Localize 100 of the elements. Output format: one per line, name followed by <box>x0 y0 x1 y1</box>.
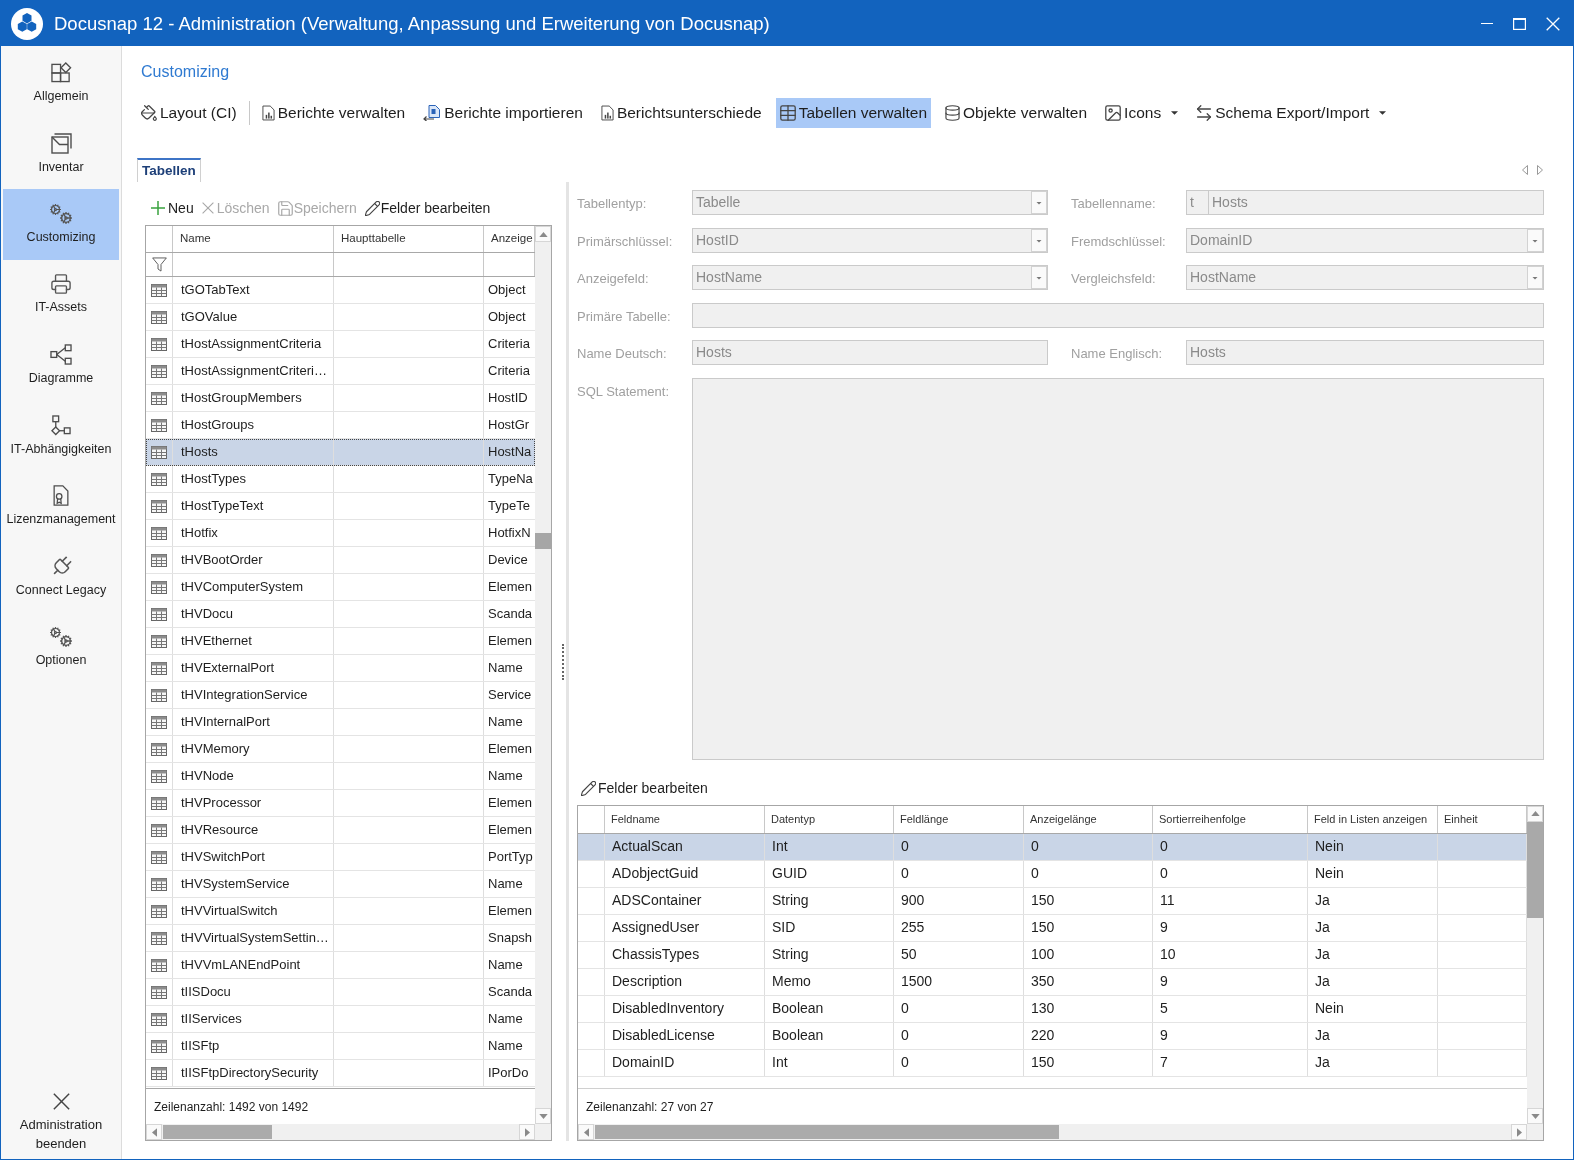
table-row[interactable]: tHostAssignmentCriteri… Criteria <box>146 358 535 385</box>
column-header[interactable]: Haupttabelle <box>334 226 484 252</box>
toolbar-button[interactable]: Schema Export/Import <box>1192 98 1391 128</box>
table-row[interactable]: DomainID Int 0 150 7 Ja <box>578 1049 1527 1077</box>
scroll-thumb[interactable] <box>1527 821 1543 918</box>
sidebar-item[interactable]: Lizenzmanagement <box>3 471 119 542</box>
table-row[interactable]: tHVSystemService Name <box>146 871 535 898</box>
toolbar-button[interactable]: Objekte verwalten <box>941 98 1092 128</box>
scroll-up-button[interactable] <box>535 226 551 242</box>
scroll-thumb[interactable] <box>163 1125 272 1139</box>
table-row[interactable]: tHVSwitchPort PortTyp <box>146 844 535 871</box>
tab[interactable]: Tabellen <box>137 158 201 182</box>
toolbar-button[interactable]: Berichtsunterschiede <box>596 98 766 128</box>
scroll-left-button[interactable] <box>146 1124 162 1140</box>
vertical-scrollbar[interactable] <box>535 226 551 1124</box>
action-button[interactable]: Neu <box>151 197 194 219</box>
table-row[interactable]: tHosts HostNa <box>146 439 535 466</box>
table-row[interactable]: DisabledInventory Boolean 0 130 5 Nein <box>578 995 1527 1023</box>
toolbar-button[interactable]: Berichte importieren <box>419 98 587 128</box>
table-row[interactable]: tHostTypes TypeNa <box>146 466 535 493</box>
column-header[interactable]: Feld in Listen anzeigen <box>1308 805 1438 833</box>
toolbar-button[interactable]: Icons <box>1101 98 1183 128</box>
exit-button[interactable]: Administration beenden <box>3 1093 119 1153</box>
table-cell-text: Scanda <box>487 605 534 624</box>
table-row[interactable]: tGOTabText Object <box>146 277 535 304</box>
table-cell: Description <box>605 968 765 995</box>
column-header[interactable]: Anzeigelänge <box>1024 805 1153 833</box>
table-row[interactable]: tHostTypeText TypeTe <box>146 493 535 520</box>
table-row[interactable]: ChassisTypes String 50 100 10 Ja <box>578 941 1527 969</box>
table-cell: ActualScan <box>605 833 765 860</box>
action-button[interactable]: Felder bearbeiten <box>364 197 491 219</box>
table-row[interactable]: tHVBootOrder Device <box>146 547 535 574</box>
table-row[interactable]: tHVVmLANEndPoint Name <box>146 952 535 979</box>
table-row[interactable]: tIISFtp Name <box>146 1033 535 1060</box>
table-cell: tGOValue <box>173 304 334 330</box>
table-cell: tHVResource <box>173 817 334 843</box>
table-row[interactable]: ActualScan Int 0 0 0 Nein <box>578 833 1527 861</box>
column-header[interactable]: Feldlänge <box>894 805 1024 833</box>
table-row[interactable]: tIISDocu Scanda <box>146 979 535 1006</box>
sidebar-item[interactable]: Optionen <box>3 612 119 683</box>
toolbar-button[interactable]: Berichte verwalten <box>257 98 410 128</box>
vertical-scrollbar[interactable] <box>1527 805 1543 1124</box>
table-row[interactable]: ADobjectGuid GUID 0 0 0 Nein <box>578 860 1527 888</box>
table-grid-icon <box>151 499 167 513</box>
triangle-left-icon[interactable] <box>1522 165 1528 175</box>
horizontal-scrollbar[interactable] <box>578 1124 1527 1140</box>
column-header[interactable]: Name <box>173 226 334 252</box>
table-row[interactable]: AssignedUser SID 255 150 9 Ja <box>578 914 1527 942</box>
table-row[interactable]: tHVInternalPort Name <box>146 709 535 736</box>
scroll-down-button[interactable] <box>1527 1108 1543 1124</box>
table-row[interactable]: tHVNode Name <box>146 763 535 790</box>
horizontal-scrollbar[interactable] <box>146 1124 535 1140</box>
table-row[interactable]: tIISFtpDirectorySecurity IPorDo <box>146 1060 535 1087</box>
table-row[interactable]: tHostGroupMembers HostID <box>146 385 535 412</box>
table-row[interactable]: tHostAssignmentCriteria Criteria <box>146 331 535 358</box>
sidebar-item[interactable]: IT-Abhängigkeiten <box>3 400 119 471</box>
table-row[interactable]: tHVComputerSystem Elemen <box>146 574 535 601</box>
triangle-right-icon[interactable] <box>1537 165 1543 175</box>
table-row[interactable]: DisabledLicense Boolean 0 220 9 Ja <box>578 1022 1527 1050</box>
table-row[interactable]: tHotfix HotfixN <box>146 520 535 547</box>
column-header[interactable]: Sortierreihenfolge <box>1153 805 1308 833</box>
caret-right-icon <box>1516 1127 1522 1137</box>
scroll-left-button[interactable] <box>578 1124 594 1140</box>
toolbar-button[interactable]: Layout (CI) <box>137 98 241 128</box>
table-row[interactable]: tGOValue Object <box>146 304 535 331</box>
toolbar-button[interactable]: Tabellen verwalten <box>775 98 932 128</box>
scroll-right-button[interactable] <box>1511 1124 1527 1140</box>
table-row[interactable]: tIIServices Name <box>146 1006 535 1033</box>
table-cell: 7 <box>1153 1049 1308 1076</box>
table-grid-icon <box>151 607 167 621</box>
sidebar-item[interactable]: Inventar <box>3 118 119 189</box>
scroll-thumb[interactable] <box>595 1125 1059 1139</box>
table-row[interactable]: tHVDocu Scanda <box>146 601 535 628</box>
table-cell: 5 <box>1153 995 1308 1022</box>
table-row[interactable]: tHVVirtualSystemSettin… Snapsh <box>146 925 535 952</box>
table-row[interactable]: tHVResource Elemen <box>146 817 535 844</box>
column-header[interactable]: Feldname <box>605 805 765 833</box>
table-cell: tHostTypes <box>173 466 334 492</box>
table-row[interactable]: tHVProcessor Elemen <box>146 790 535 817</box>
sidebar-item[interactable]: Customizing <box>3 189 119 260</box>
sidebar-item[interactable]: IT-Assets <box>3 259 119 330</box>
column-header[interactable]: Datentyp <box>765 805 894 833</box>
action-button[interactable]: Felder bearbeiten <box>581 778 708 800</box>
scroll-thumb[interactable] <box>535 533 551 549</box>
scroll-right-button[interactable] <box>519 1124 535 1140</box>
sidebar-item[interactable]: Diagramme <box>3 330 119 401</box>
table-row[interactable]: tHVExternalPort Name <box>146 655 535 682</box>
table-row[interactable]: tHVMemory Elemen <box>146 736 535 763</box>
table-row[interactable]: ADSContainer String 900 150 11 Ja <box>578 887 1527 915</box>
table-row[interactable]: Description Memo 1500 350 9 Ja <box>578 968 1527 996</box>
scroll-down-button[interactable] <box>535 1108 551 1124</box>
table-row[interactable]: tHVEthernet Elemen <box>146 628 535 655</box>
table-cell: tHostTypeText <box>173 493 334 519</box>
table-row[interactable]: tHVVirtualSwitch Elemen <box>146 898 535 925</box>
table-cell-text: Scanda <box>487 983 534 1002</box>
sidebar-item[interactable]: Allgemein <box>3 48 119 119</box>
sidebar-item[interactable]: Connect Legacy <box>3 541 119 612</box>
table-row[interactable]: tHVIntegrationService Service <box>146 682 535 709</box>
scroll-up-button[interactable] <box>1527 805 1543 822</box>
table-row[interactable]: tHostGroups HostGr <box>146 412 535 439</box>
